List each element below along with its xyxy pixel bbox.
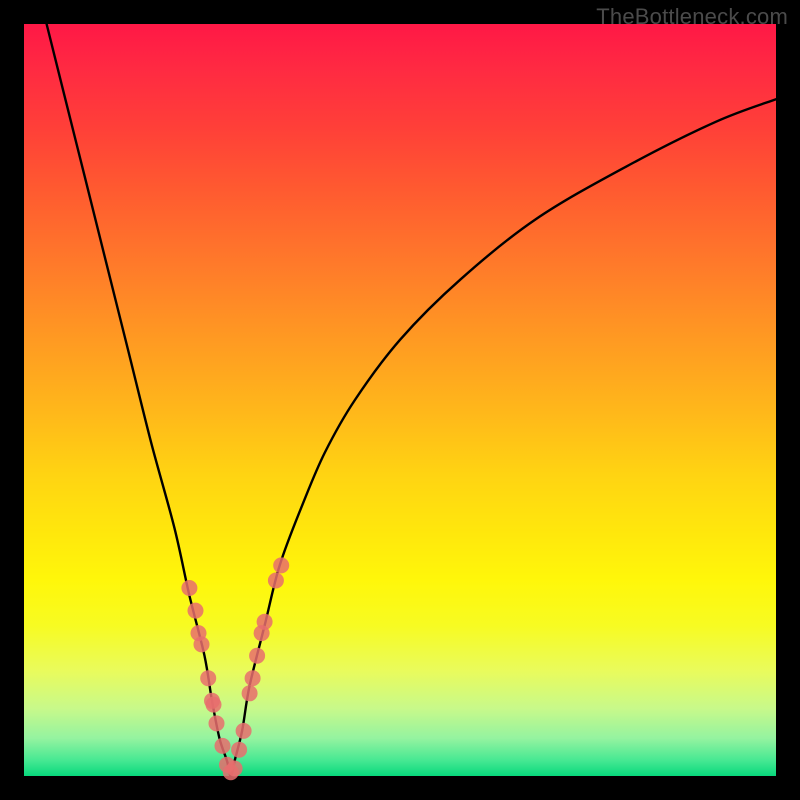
brand-watermark: TheBottleneck.com	[596, 4, 788, 30]
data-point	[215, 738, 231, 754]
data-point	[231, 742, 247, 758]
data-point	[181, 580, 197, 596]
data-point	[188, 603, 204, 619]
data-point	[249, 648, 265, 664]
data-point	[200, 670, 216, 686]
data-point	[209, 715, 225, 731]
data-point	[273, 557, 289, 573]
bottleneck-curve	[47, 24, 776, 776]
chart-svg	[24, 24, 776, 776]
data-point	[257, 614, 273, 630]
data-point	[268, 573, 284, 589]
data-point	[236, 723, 252, 739]
data-point	[206, 697, 222, 713]
data-point	[227, 761, 243, 777]
plot-area	[24, 24, 776, 776]
chart-frame: TheBottleneck.com	[0, 0, 800, 800]
data-point	[245, 670, 261, 686]
data-point	[242, 685, 258, 701]
data-point	[194, 636, 210, 652]
